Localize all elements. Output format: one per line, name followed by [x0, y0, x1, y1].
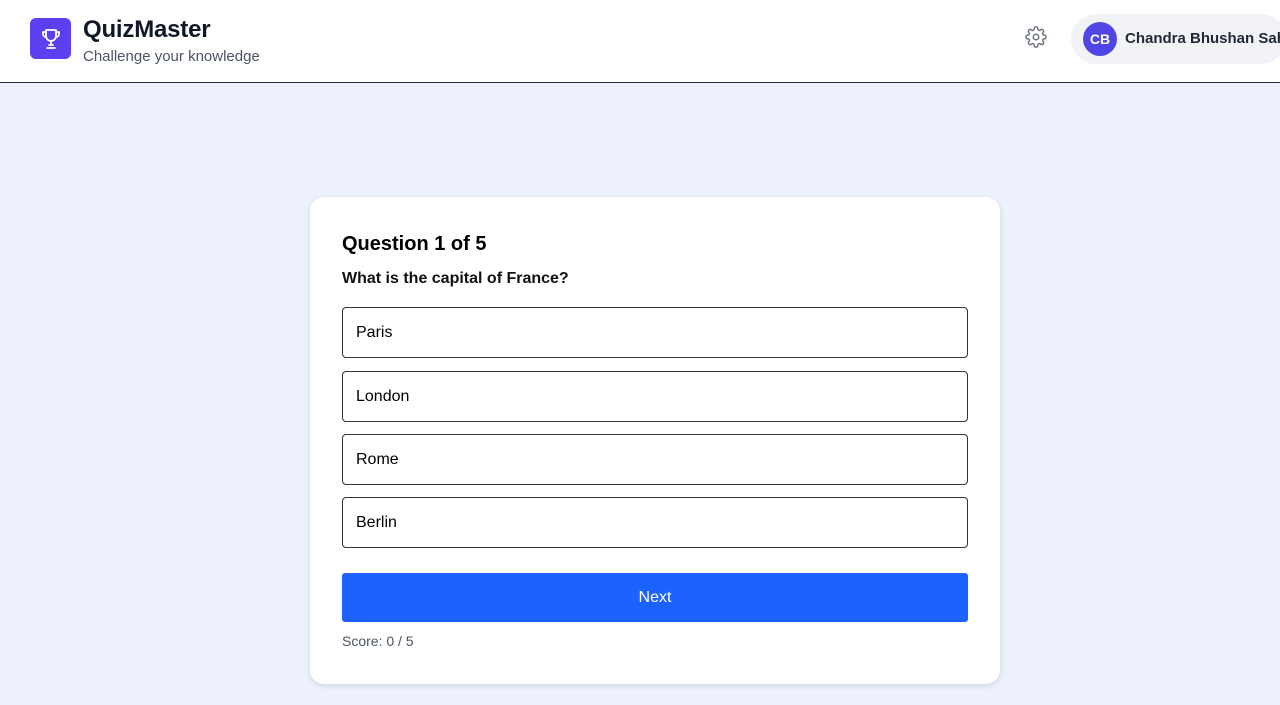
app-header: QuizMaster Challenge your knowledge CB C… — [0, 0, 1280, 83]
answer-option-london[interactable]: London — [342, 371, 968, 422]
quiz-card: Question 1 of 5 What is the capital of F… — [310, 197, 1000, 684]
answer-option-paris[interactable]: Paris — [342, 307, 968, 358]
trophy-icon — [30, 18, 71, 59]
answer-option-label: Berlin — [356, 513, 397, 531]
answer-option-label: Rome — [356, 450, 399, 468]
question-counter: Question 1 of 5 — [342, 233, 487, 255]
user-name: Chandra Bhushan Sah — [1125, 30, 1280, 47]
user-menu-button[interactable]: CB Chandra Bhushan Sah — [1071, 14, 1280, 64]
avatar: CB — [1083, 22, 1117, 56]
app-title: QuizMaster — [83, 16, 211, 43]
gear-icon — [1025, 25, 1047, 53]
answer-option-label: London — [356, 387, 410, 405]
question-text: What is the capital of France? — [342, 270, 569, 287]
next-button[interactable]: Next — [342, 573, 968, 622]
app-subtitle: Challenge your knowledge — [83, 48, 260, 65]
answer-option-label: Paris — [356, 323, 393, 341]
answer-option-rome[interactable]: Rome — [342, 434, 968, 485]
answer-option-berlin[interactable]: Berlin — [342, 497, 968, 548]
settings-button[interactable] — [1022, 25, 1050, 53]
score-text: Score: 0 / 5 — [342, 633, 414, 649]
